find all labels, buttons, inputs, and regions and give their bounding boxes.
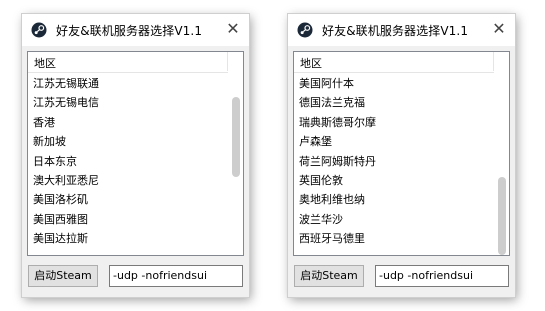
column-header-region[interactable]: 地区 (294, 52, 509, 73)
title-bar[interactable]: 好友&联机服务器选择V1.1 ✕ (22, 14, 249, 46)
list-item[interactable]: 香港 (28, 113, 228, 132)
list-item[interactable]: 卢森堡 (294, 132, 494, 151)
list-item[interactable]: 波兰华沙 (294, 210, 494, 229)
list-item[interactable]: 英国伦敦 (294, 171, 494, 190)
launch-args-input[interactable]: -udp -nofriendsui (375, 265, 509, 287)
scrollbar-thumb[interactable] (232, 97, 240, 177)
list-item[interactable]: 德国法兰克福 (294, 93, 494, 112)
list-item[interactable]: 美国洛杉矶 (28, 190, 228, 209)
list-item[interactable]: 美国达拉斯 (28, 229, 228, 248)
vertical-scrollbar[interactable] (494, 72, 509, 255)
region-rows: 美国阿什本 德国法兰克福 瑞典斯德哥尔摩 卢森堡 荷兰阿姆斯特丹 英国伦敦 奥地… (294, 74, 494, 249)
steam-logo-icon (31, 22, 47, 38)
list-item[interactable]: 澳大利亚悉尼 (28, 171, 228, 190)
scrollbar-thumb[interactable] (498, 177, 506, 255)
list-item[interactable]: 新加坡 (28, 132, 228, 151)
region-list[interactable]: 地区 江苏无锡联通 江苏无锡电信 香港 新加坡 日本东京 澳大利亚悉尼 美国洛杉… (27, 51, 244, 256)
list-item[interactable]: 江苏无锡电信 (28, 93, 228, 112)
list-item[interactable]: 江苏无锡联通 (28, 74, 228, 93)
list-item[interactable]: 美国阿什本 (294, 74, 494, 93)
list-item[interactable]: 瑞典斯德哥尔摩 (294, 113, 494, 132)
start-steam-button[interactable]: 启动Steam (294, 265, 364, 287)
app-window-2: 好友&联机服务器选择V1.1 ✕ 地区 美国阿什本 德国法兰克福 瑞典斯德哥尔摩… (288, 14, 515, 297)
column-divider[interactable] (493, 52, 494, 71)
column-divider[interactable] (227, 52, 228, 71)
window-title: 好友&联机服务器选择V1.1 (56, 24, 203, 38)
app-window-1: 好友&联机服务器选择V1.1 ✕ 地区 江苏无锡联通 江苏无锡电信 香港 新加坡… (22, 14, 249, 297)
column-header-label: 地区 (300, 57, 322, 70)
title-bar[interactable]: 好友&联机服务器选择V1.1 ✕ (288, 14, 515, 46)
column-header-region[interactable]: 地区 (28, 52, 243, 73)
list-item[interactable]: 日本东京 (28, 152, 228, 171)
close-icon[interactable]: ✕ (490, 20, 508, 38)
steam-logo-icon (297, 22, 313, 38)
list-item[interactable]: 美国西雅图 (28, 210, 228, 229)
region-list[interactable]: 地区 美国阿什本 德国法兰克福 瑞典斯德哥尔摩 卢森堡 荷兰阿姆斯特丹 英国伦敦… (293, 51, 510, 256)
vertical-scrollbar[interactable] (228, 72, 243, 255)
list-item[interactable]: 奥地利维也纳 (294, 190, 494, 209)
launch-args-input[interactable]: -udp -nofriendsui (109, 265, 243, 287)
region-rows: 江苏无锡联通 江苏无锡电信 香港 新加坡 日本东京 澳大利亚悉尼 美国洛杉矶 美… (28, 74, 228, 249)
close-icon[interactable]: ✕ (224, 20, 242, 38)
list-item[interactable]: 荷兰阿姆斯特丹 (294, 152, 494, 171)
start-steam-button[interactable]: 启动Steam (28, 265, 98, 287)
list-item[interactable]: 西班牙马德里 (294, 229, 494, 248)
column-header-label: 地区 (34, 57, 56, 70)
window-title: 好友&联机服务器选择V1.1 (322, 24, 469, 38)
